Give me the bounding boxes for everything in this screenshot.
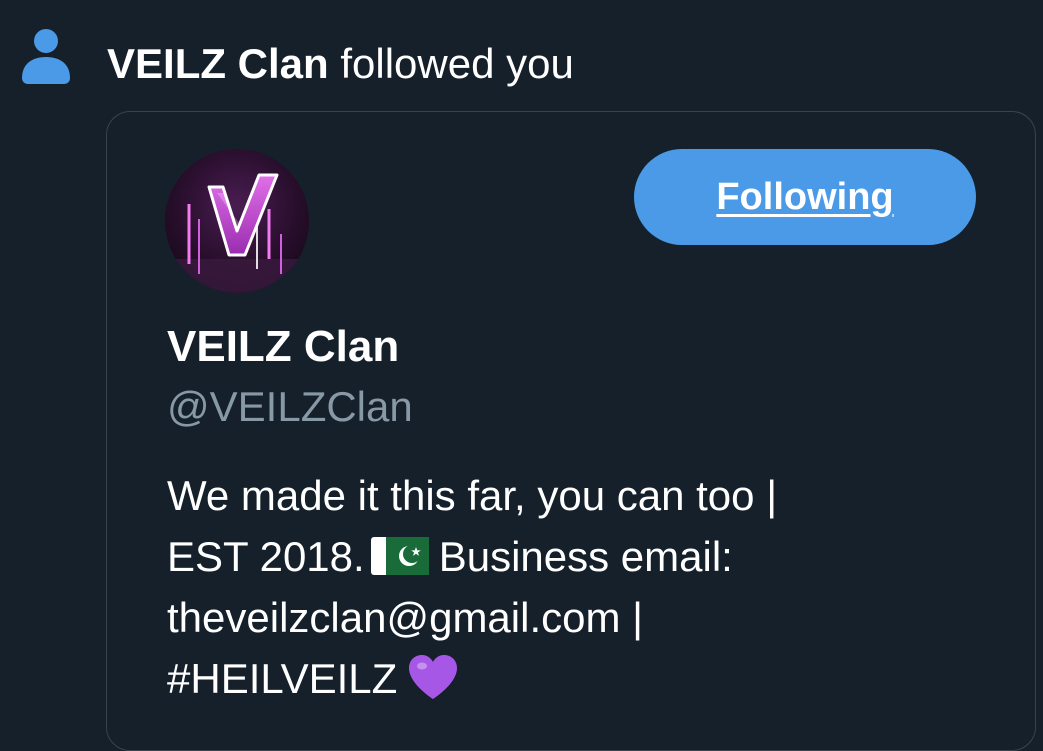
bio-line: We made it this far, you can too |	[167, 472, 778, 519]
profile-handle[interactable]: @VEILZClan	[167, 381, 413, 433]
profile-avatar[interactable]	[165, 149, 309, 293]
bio-email-link[interactable]: theveilzclan@gmail.com |	[167, 587, 1027, 648]
bio-text: Business email:	[438, 533, 733, 580]
notification-action-text: followed you	[328, 40, 574, 87]
bio-line: #HEILVEILZ	[167, 648, 1027, 709]
pakistan-flag-icon	[370, 530, 429, 575]
notification-row[interactable]: VEILZ Clan followed you	[0, 0, 1043, 110]
following-button[interactable]: Following	[634, 149, 976, 245]
profile-display-name[interactable]: VEILZ Clan	[167, 320, 399, 374]
notification-actor-name[interactable]: VEILZ Clan	[107, 40, 329, 87]
veilz-logo-avatar-icon	[165, 149, 309, 293]
purple-heart-icon	[407, 653, 459, 701]
person-icon	[20, 28, 72, 86]
bio-hashtag[interactable]: #HEILVEILZ	[167, 655, 397, 702]
bio-text: EST 2018.	[167, 533, 365, 580]
bio-line: EST 2018. Business email:	[167, 526, 1027, 587]
notification-text: VEILZ Clan followed you	[107, 38, 574, 90]
profile-bio: We made it this far, you can too | EST 2…	[167, 465, 1027, 709]
